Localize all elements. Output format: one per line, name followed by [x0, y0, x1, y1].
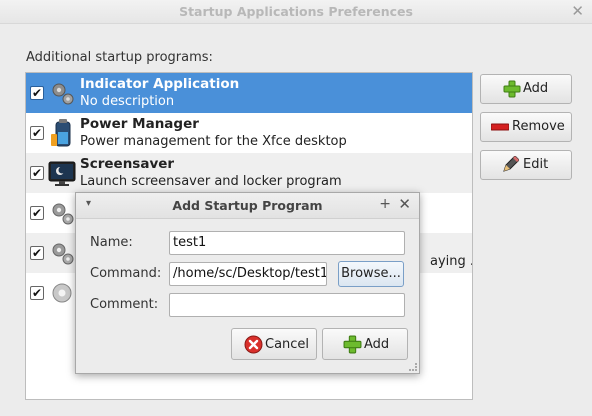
- gear-icon: [52, 283, 72, 303]
- enable-checkbox[interactable]: ✔: [30, 246, 44, 260]
- window-title: Startup Applications Preferences: [179, 4, 413, 19]
- enable-checkbox[interactable]: ✔: [30, 286, 44, 300]
- program-description: Power management for the Xfce desktop: [80, 134, 347, 149]
- name-field[interactable]: test1: [169, 231, 405, 255]
- list-label: Additional startup programs:: [26, 50, 213, 65]
- enable-checkbox[interactable]: ✔: [30, 206, 44, 220]
- gears-icon: [52, 203, 74, 225]
- program-name: Power Manager: [80, 116, 199, 132]
- comment-label: Comment:: [90, 297, 159, 312]
- program-description: No description: [80, 94, 175, 109]
- window-titlebar[interactable]: Startup Applications Preferences ✕: [0, 0, 592, 24]
- add-startup-program-dialog[interactable]: ▾ Add Startup Program + ✕ Name: test1 Co…: [75, 192, 420, 374]
- pencil-icon: [503, 156, 519, 172]
- browse-button[interactable]: Browse...: [338, 261, 404, 287]
- add-button[interactable]: Add: [480, 74, 572, 104]
- plus-icon: [503, 80, 521, 98]
- dialog-titlebar[interactable]: ▾ Add Startup Program + ✕: [76, 193, 419, 219]
- remove-button-label: Remove: [512, 119, 565, 134]
- command-field[interactable]: /home/sc/Desktop/test1: [169, 262, 327, 286]
- dialog-add-button-label: Add: [364, 337, 390, 352]
- remove-button[interactable]: Remove: [480, 112, 572, 142]
- dialog-title: Add Startup Program: [172, 198, 323, 213]
- gears-icon: [52, 83, 74, 105]
- edit-button[interactable]: Edit: [480, 150, 572, 180]
- list-item-indicator-application[interactable]: ✔ Indicator Application No description: [26, 73, 472, 113]
- resize-grip[interactable]: [409, 363, 417, 371]
- program-description: Launch screensaver and locker program: [80, 174, 342, 189]
- dialog-close-icon[interactable]: ✕: [398, 195, 411, 213]
- program-description: aying ...: [430, 254, 472, 269]
- program-name: Screensaver: [80, 156, 175, 172]
- edit-button-label: Edit: [523, 157, 549, 172]
- enable-checkbox[interactable]: ✔: [30, 166, 44, 180]
- window-close-icon[interactable]: ✕: [571, 2, 584, 20]
- command-label: Command:: [90, 266, 162, 281]
- comment-field[interactable]: [169, 293, 405, 317]
- name-label: Name:: [90, 235, 133, 250]
- battery-icon: [51, 119, 71, 147]
- enable-checkbox[interactable]: ✔: [30, 86, 44, 100]
- enable-checkbox[interactable]: ✔: [30, 126, 44, 140]
- cancel-button[interactable]: Cancel: [231, 328, 317, 360]
- cancel-icon: [244, 335, 263, 354]
- plus-icon: [343, 335, 362, 354]
- dialog-add-button[interactable]: Add: [322, 328, 408, 360]
- add-button-label: Add: [523, 81, 549, 96]
- pin-icon[interactable]: +: [379, 196, 391, 212]
- cancel-button-label: Cancel: [265, 337, 310, 352]
- minus-icon: [491, 123, 509, 131]
- monitor-icon: [48, 161, 76, 186]
- program-name: Indicator Application: [80, 76, 240, 92]
- list-item-power-manager[interactable]: ✔ Power Manager Power management for the…: [26, 113, 472, 153]
- list-item-screensaver[interactable]: ✔ Screensaver Launch screensaver and loc…: [26, 153, 472, 193]
- gears-icon: [52, 243, 74, 265]
